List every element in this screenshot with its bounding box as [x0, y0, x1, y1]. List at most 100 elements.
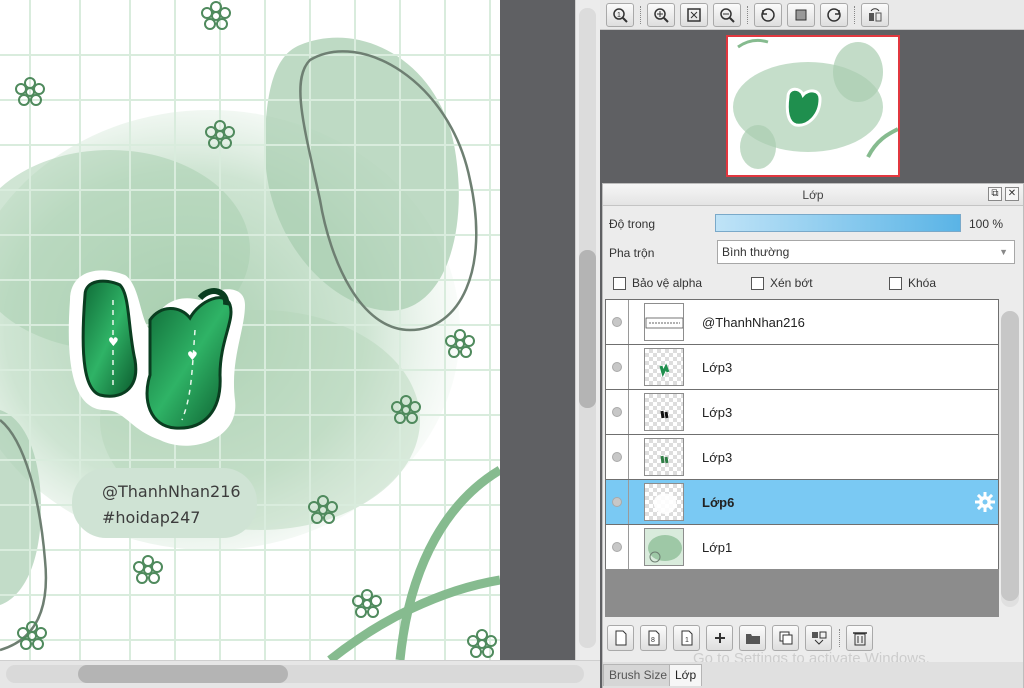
visibility-icon[interactable] — [612, 317, 622, 327]
layer-name: Lớp6 — [702, 495, 735, 510]
layer-row[interactable]: Lớp3 — [606, 390, 998, 435]
visibility-icon[interactable] — [612, 452, 622, 462]
new-layer-8bit-icon: 8 — [648, 630, 659, 646]
new-folder-button[interactable] — [739, 625, 766, 651]
layer-thumbnail — [644, 528, 684, 566]
blend-mode-label: Pha trộn — [609, 246, 655, 260]
new-layer-button[interactable] — [607, 625, 634, 651]
new-8bit-layer-button[interactable]: 8 — [640, 625, 667, 651]
divider — [628, 300, 629, 344]
svg-text:1: 1 — [617, 12, 621, 19]
merge-layer-button[interactable] — [805, 625, 832, 651]
layer-thumbnail — [644, 438, 684, 476]
duplicate-layer-button[interactable] — [772, 625, 799, 651]
divider — [628, 435, 629, 479]
lock-checkbox[interactable]: Khóa — [889, 276, 936, 290]
visibility-icon[interactable] — [612, 362, 622, 372]
rotate-right-icon — [827, 7, 841, 22]
blend-mode-select[interactable]: Bình thường ▼ — [717, 240, 1015, 264]
flip-icon — [869, 7, 882, 21]
new-1bit-layer-button[interactable]: 1 — [673, 625, 700, 651]
layer-row[interactable]: Lớp3 — [606, 435, 998, 480]
clipping-label: Xén bớt — [770, 276, 813, 290]
visibility-icon[interactable] — [612, 542, 622, 552]
zoom-out-button[interactable] — [713, 2, 741, 27]
drawing-canvas[interactable]: ♥ ♥ @ThanhNhan216 #hoidap247 — [0, 0, 500, 660]
canvas-horizontal-scrollbar[interactable] — [0, 660, 600, 688]
layer-name: Lớp3 — [702, 405, 733, 420]
fit-window-icon — [687, 7, 701, 22]
undock-button[interactable]: ⧉ — [988, 187, 1002, 201]
layer-list-scrollbar[interactable] — [1001, 311, 1019, 607]
visibility-icon[interactable] — [612, 407, 622, 417]
toolbar-separator — [640, 5, 642, 24]
navigator-thumbnail[interactable] — [726, 35, 900, 177]
protect-alpha-checkbox[interactable]: Bảo vệ alpha — [613, 276, 702, 290]
clipping-checkbox[interactable]: Xén bớt — [751, 276, 813, 290]
checkbox-box[interactable] — [889, 276, 902, 290]
layer-preview — [645, 529, 683, 565]
layer-row[interactable]: @ThanhNhan216 — [606, 300, 998, 345]
canvas-area[interactable]: ♥ ♥ @ThanhNhan216 #hoidap247 — [0, 0, 575, 660]
new-layer-icon — [615, 630, 626, 646]
layer-panel-title-bar[interactable]: Lớp ⧉ ✕ — [603, 184, 1023, 206]
canvas-artwork: ♥ ♥ — [0, 0, 500, 660]
toolbar-separator — [839, 629, 841, 647]
lock-label: Khóa — [908, 276, 937, 290]
add-layer-button[interactable] — [706, 625, 733, 651]
opacity-label: Độ trong — [609, 217, 656, 231]
vertical-scroll-thumb[interactable] — [579, 250, 596, 408]
divider — [628, 390, 629, 434]
layer-name: Lớp3 — [702, 450, 733, 465]
gear-icon[interactable] — [974, 491, 996, 513]
add-layer-icon — [714, 633, 725, 643]
opacity-slider[interactable] — [715, 214, 961, 232]
flip-button[interactable] — [861, 2, 889, 27]
tab-layer[interactable]: Lớp — [669, 664, 703, 686]
layer-preview — [659, 363, 670, 378]
layer-panel: Lớp ⧉ ✕ Độ trong 100 % Pha trộn Bình thư… — [602, 183, 1024, 688]
zoom-fit-button[interactable]: 1 — [606, 2, 634, 27]
canvas-handle-text: @ThanhNhan216 — [102, 482, 241, 501]
checkbox-box[interactable] — [613, 276, 626, 290]
navigator-toolbar: 1 — [600, 0, 1024, 30]
zoom-in-icon — [654, 7, 669, 23]
canvas-vertical-scrollbar[interactable] — [575, 0, 600, 660]
fit-window-button[interactable] — [680, 2, 708, 27]
delete-layer-button[interactable] — [846, 625, 873, 651]
layer-preview — [653, 493, 677, 514]
delete-layer-icon — [852, 632, 867, 646]
merge-layer-icon — [811, 631, 826, 645]
undock-icon: ⧉ — [991, 188, 999, 199]
visibility-icon[interactable] — [612, 497, 622, 507]
duplicate-layer-icon — [779, 631, 792, 645]
firealpaca-window: ♥ ♥ @ThanhNhan216 #hoidap247 1 Lớp ⧉ ✕ Đ… — [0, 0, 1024, 688]
navigator-preview-image — [728, 37, 898, 175]
close-panel-button[interactable]: ✕ — [1005, 187, 1019, 201]
rotate-left-button[interactable] — [754, 2, 782, 27]
layer-name: Lớp1 — [702, 540, 733, 555]
horizontal-scroll-thumb[interactable] — [78, 665, 288, 683]
zoom-fit-icon: 1 — [613, 7, 628, 23]
divider — [628, 480, 629, 524]
chevron-down-icon: ▼ — [999, 247, 1008, 257]
layer-row[interactable]: Lớp3 — [606, 345, 998, 390]
layer-scroll-thumb[interactable] — [1001, 311, 1019, 601]
toolbar-separator — [854, 5, 856, 24]
checkbox-box[interactable] — [751, 276, 764, 290]
layer-toolbar: 8 1 — [603, 621, 1023, 655]
panel-tabs: Brush Size Lớp — [603, 662, 1023, 688]
actual-size-button[interactable] — [787, 2, 815, 27]
layer-row[interactable]: Lớp1 — [606, 525, 998, 570]
layer-row-selected[interactable]: Lớp6 — [606, 480, 998, 525]
panel-controls: ⧉ ✕ — [988, 187, 1019, 201]
layer-thumbnail — [644, 303, 684, 341]
svg-text:1: 1 — [685, 637, 689, 644]
zoom-in-button[interactable] — [647, 2, 675, 27]
tab-brush-size[interactable]: Brush Size — [603, 664, 674, 686]
protect-alpha-label: Bảo vệ alpha — [632, 276, 703, 290]
layer-thumbnail — [644, 348, 684, 386]
rotate-right-button[interactable] — [820, 2, 848, 27]
canvas-hashtag-text: #hoidap247 — [102, 508, 201, 527]
navigator-view[interactable] — [600, 30, 1024, 182]
